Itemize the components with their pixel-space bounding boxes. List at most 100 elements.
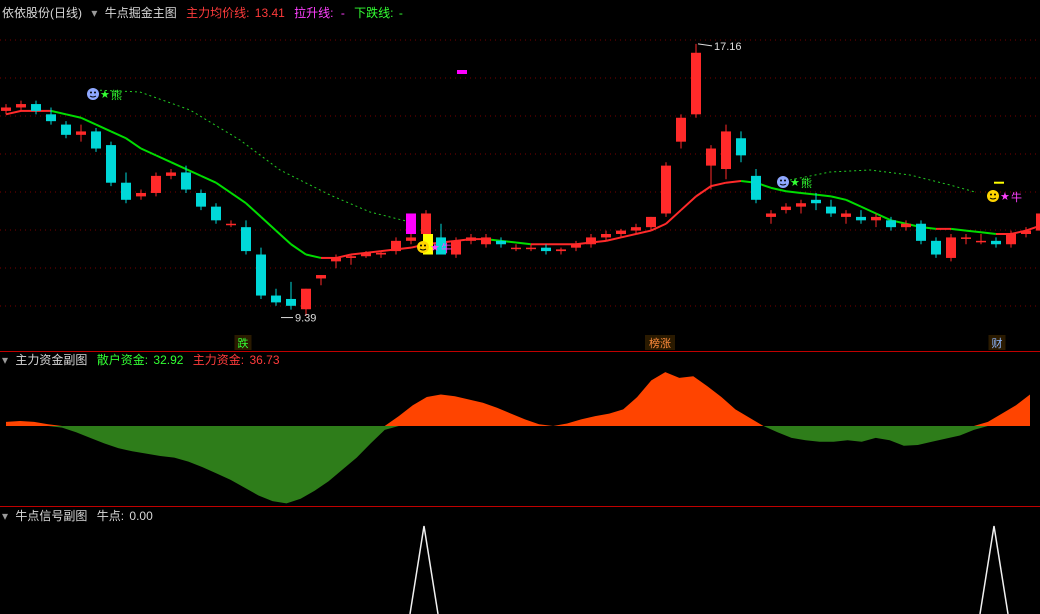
candle-body: [886, 220, 896, 228]
high-marker-arrow: [697, 43, 713, 47]
candle-body: [166, 172, 176, 176]
candle-body: [196, 192, 206, 207]
candle-body: [346, 256, 356, 258]
chart-canvas[interactable]: 17.169.39★ 熊★ 牛★ 熊★ 牛跌 榜涨财: [0, 0, 1040, 614]
candle-body: [961, 237, 971, 239]
candle-body: [211, 206, 221, 221]
candle-body: [301, 288, 311, 310]
signal-spike: [409, 525, 439, 614]
signal-label: 牛: [1011, 190, 1022, 204]
candle-body: [451, 240, 461, 255]
candle-body: [316, 275, 326, 279]
signal-face-eye: [994, 193, 996, 196]
candle-body: [421, 213, 431, 234]
ma-segment: [830, 195, 847, 201]
candle-body: [106, 145, 116, 183]
ma-segment: [305, 253, 322, 259]
signal-spike: [979, 525, 1009, 614]
candle-body: [16, 104, 26, 108]
candle-body: [121, 182, 131, 200]
event-badge: 财: [992, 336, 1003, 350]
candle-body: [61, 124, 71, 135]
ma-segment: [800, 191, 817, 196]
ma-segment: [680, 195, 697, 211]
candle-body: [901, 223, 911, 228]
candle-body: [136, 192, 146, 197]
signal-face-eye: [94, 91, 96, 94]
candle-body: [586, 237, 596, 245]
candle-body: [796, 203, 806, 207]
candle-body: [616, 230, 626, 234]
candle-body: [256, 254, 266, 296]
candle-body: [466, 237, 476, 241]
candle-body: [541, 247, 551, 252]
ma-segment: [725, 180, 742, 184]
ma-segment: [845, 198, 862, 208]
candle-body: [856, 216, 866, 221]
candle-body: [991, 240, 1001, 245]
ma-segment: [260, 216, 277, 232]
signal-face-icon: [987, 190, 999, 202]
signal-face-icon: [777, 176, 789, 188]
event-badge: 榜涨: [649, 336, 671, 350]
candle-body: [691, 52, 701, 115]
ma-segment: [95, 123, 112, 133]
candle-body: [751, 175, 761, 200]
candle-body: [766, 213, 776, 217]
ma-segment: [365, 250, 382, 254]
candle-body: [496, 240, 506, 245]
fund-area-positive: [6, 372, 1030, 426]
candle-body: [736, 138, 746, 156]
candle-body: [91, 131, 101, 149]
candle-body: [1036, 213, 1040, 231]
signal-block-magenta: [406, 213, 416, 234]
signal-face-eye: [90, 91, 92, 94]
candle-body: [721, 131, 731, 170]
ma-segment: [65, 113, 82, 119]
ma-segment: [275, 229, 292, 245]
high-marker-label: 17.16: [714, 41, 742, 53]
ma-segment: [155, 154, 172, 164]
candle-body: [526, 247, 536, 250]
ma-segment: [635, 229, 652, 235]
ma-segment: [695, 185, 712, 198]
candle-body: [601, 234, 611, 238]
ma-segment: [230, 192, 247, 205]
signal-label: 牛: [441, 241, 452, 255]
ma-segment: [950, 227, 967, 232]
signal-star-icon: ★: [790, 177, 800, 189]
ma-segment: [620, 233, 637, 239]
candle-body: [391, 240, 401, 252]
signal-face-eye: [990, 193, 992, 196]
signal-label: 熊: [801, 176, 812, 190]
candle-body: [511, 247, 521, 250]
ma-segment: [50, 109, 67, 116]
ma-segment: [170, 161, 187, 170]
fund-area-negative: [6, 426, 1030, 504]
signal-star-icon: ★: [1000, 191, 1010, 203]
ma-segment: [290, 243, 307, 256]
candle-body: [361, 252, 371, 257]
signal-face-eye: [780, 179, 782, 182]
candle-body: [481, 237, 491, 245]
candle-body: [826, 206, 836, 214]
candle-body: [976, 240, 986, 243]
signal-face-eye: [424, 244, 426, 247]
ma-segment: [785, 190, 802, 194]
candle-body: [841, 213, 851, 217]
candle-body: [406, 237, 416, 241]
signal-star-icon: ★: [100, 89, 110, 101]
candle-body: [646, 216, 656, 228]
candle-body: [46, 114, 56, 122]
ma-segment: [605, 236, 622, 242]
ma-segment: [980, 231, 997, 235]
ma-segment: [815, 193, 832, 198]
candle-body: [241, 227, 251, 252]
candle-body: [286, 298, 296, 306]
candle-body: [661, 165, 671, 214]
ma-segment: [965, 229, 982, 234]
signal-star-icon: ★: [430, 242, 440, 254]
down-guide-line: [789, 169, 976, 193]
candle-body: [226, 223, 236, 226]
candle-body: [946, 237, 956, 258]
